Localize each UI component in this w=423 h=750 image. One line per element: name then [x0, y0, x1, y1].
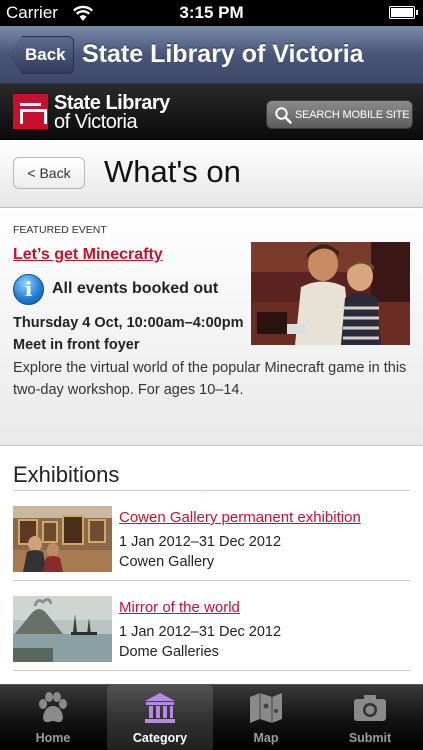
featured-label: FEATURED EVENT	[13, 224, 107, 236]
event-date: Thursday 4 Oct, 10:00am–4:00pm	[13, 315, 244, 331]
tab-submit[interactable]: Submit	[317, 685, 423, 750]
camera-icon	[354, 695, 386, 721]
library-logo-icon[interactable]	[13, 94, 48, 129]
exhibition-title-link[interactable]: Mirror of the world	[119, 599, 240, 616]
tab-label: Map	[253, 731, 279, 745]
tab-bar: Home Category Map Submit	[0, 684, 423, 750]
tab-category[interactable]: Category	[107, 685, 213, 750]
page-header: < Back What's on	[0, 140, 423, 208]
exhibitions-heading: Exhibitions	[13, 462, 120, 487]
page-title: What's on	[104, 154, 241, 189]
tab-home[interactable]: Home	[0, 685, 106, 750]
exhibition-venue: Cowen Gallery	[119, 554, 215, 570]
search-icon	[275, 107, 292, 124]
tab-label: Home	[35, 731, 71, 745]
event-location: Meet in front foyer	[13, 337, 140, 353]
status-bar: Carrier 3:15 PM	[0, 0, 423, 26]
nav-bar: Back State Library of Victoria	[0, 26, 423, 84]
exhibition-venue: Dome Galleries	[119, 644, 219, 660]
exhibitions-section: Exhibitions Cowen Gallery permanent exhi…	[0, 446, 423, 684]
exhibition-dates: 1 Jan 2012–31 Dec 2012	[119, 624, 282, 640]
exhibition-thumbnail[interactable]	[13, 506, 112, 572]
tab-label: Submit	[348, 731, 392, 745]
featured-event: FEATURED EVENT Let’s get Minecrafty i Al…	[0, 208, 423, 446]
search-button-label: SEARCH MOBILE SITE	[295, 109, 410, 121]
paw-icon	[39, 692, 67, 723]
map-icon	[250, 693, 282, 723]
clock: 3:15 PM	[179, 3, 244, 22]
featured-event-photo[interactable]	[251, 242, 410, 345]
booking-status: All events booked out	[52, 280, 219, 297]
tab-map[interactable]: Map	[213, 685, 319, 750]
library-icon	[145, 693, 175, 723]
event-description: Explore the virtual world of the popular…	[13, 360, 407, 398]
nav-back-button[interactable]: Back	[8, 36, 74, 74]
tab-label: Category	[132, 731, 188, 745]
logo-text-line2: of Victoria	[54, 111, 138, 133]
search-mobile-site-button[interactable]: SEARCH MOBILE SITE	[266, 100, 413, 129]
exhibition-item[interactable]: Cowen Gallery permanent exhibition 1 Jan…	[0, 491, 423, 581]
exhibition-thumbnail[interactable]	[13, 596, 112, 662]
site-header: State Library of Victoria SEARCH MOBILE …	[0, 84, 423, 140]
divider	[13, 670, 410, 671]
info-icon: i	[13, 274, 44, 305]
exhibition-title-link[interactable]: Cowen Gallery permanent exhibition	[119, 509, 361, 526]
exhibition-dates: 1 Jan 2012–31 Dec 2012	[119, 534, 282, 550]
featured-event-link[interactable]: Let’s get Minecrafty	[13, 246, 163, 264]
exhibition-item[interactable]: Mirror of the world 1 Jan 2012–31 Dec 20…	[0, 581, 423, 671]
nav-title: State Library of Victoria	[82, 40, 364, 68]
page-back-button[interactable]: < Back	[13, 157, 85, 189]
battery-icon	[389, 6, 418, 19]
